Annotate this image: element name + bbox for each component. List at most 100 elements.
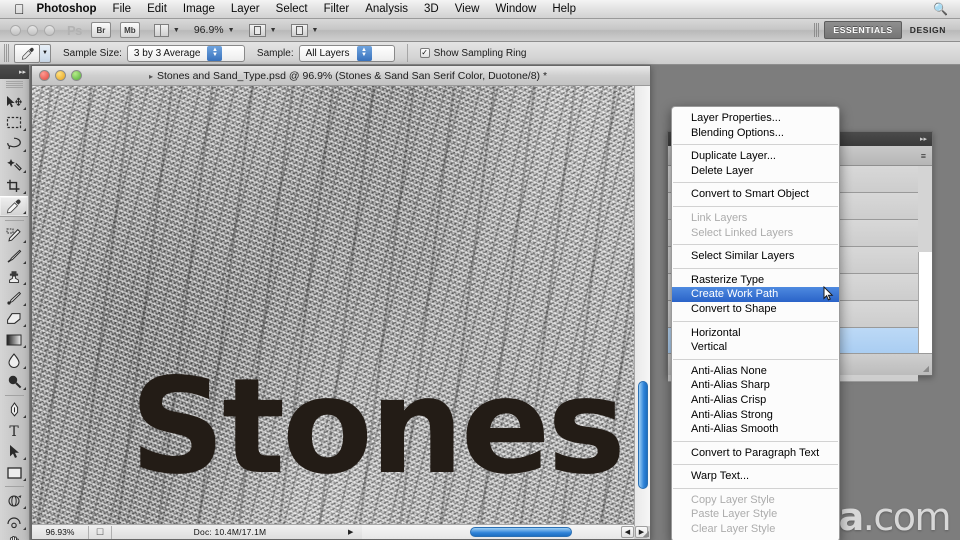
menu-window[interactable]: Window xyxy=(495,3,536,15)
tool-eraser[interactable] xyxy=(0,308,28,329)
view-extras-icon[interactable] xyxy=(153,23,169,37)
document-title-bar[interactable]: ▸ Stones and Sand_Type.psd @ 96.9% (Stone… xyxy=(32,66,650,86)
screen-mode-chevron-down-icon[interactable]: ▼ xyxy=(312,27,319,34)
status-expand-icon[interactable]: ▶ xyxy=(348,528,362,536)
workspace-design[interactable]: DESIGN xyxy=(902,22,954,38)
menu-item-anti-alias-none[interactable]: Anti-Alias None xyxy=(672,364,839,379)
tools-grip-handle[interactable] xyxy=(6,81,23,89)
menu-item-convert-to-smart-object[interactable]: Convert to Smart Object xyxy=(672,187,839,202)
sample-stepper[interactable]: ▲ ▼ xyxy=(356,45,372,61)
screen-mode-icon[interactable] xyxy=(290,23,308,37)
scroll-left-arrow-icon[interactable]: ◀ xyxy=(621,526,634,538)
canvas-image[interactable]: Stones xyxy=(32,86,634,526)
tool-3d-camera-rotate[interactable] xyxy=(0,511,28,532)
menu-item-anti-alias-smooth[interactable]: Anti-Alias Smooth xyxy=(672,422,839,437)
zoom-chevron-down-icon[interactable]: ▼ xyxy=(228,27,235,34)
panel-menu-icon[interactable]: ≡ xyxy=(921,151,926,161)
menu-help[interactable]: Help xyxy=(552,3,576,15)
menu-item-horizontal[interactable]: Horizontal xyxy=(672,326,839,341)
menu-item-vertical[interactable]: Vertical xyxy=(672,340,839,355)
menu-3d[interactable]: 3D xyxy=(424,3,439,15)
menu-file[interactable]: File xyxy=(113,3,132,15)
menu-item-create-work-path[interactable]: Create Work Path xyxy=(672,287,839,302)
eyedropper-icon[interactable] xyxy=(14,43,40,63)
menu-image[interactable]: Image xyxy=(183,3,215,15)
menu-item-anti-alias-crisp[interactable]: Anti-Alias Crisp xyxy=(672,393,839,408)
layers-panel-scrollbar[interactable] xyxy=(918,252,932,353)
tool-hand[interactable] xyxy=(0,532,28,540)
document-canvas[interactable]: Stones xyxy=(32,86,650,526)
resize-grip-icon[interactable]: ◢ xyxy=(643,529,649,538)
status-zoom-value[interactable]: 96.93% xyxy=(32,527,88,537)
close-button[interactable] xyxy=(10,24,21,36)
preview-icon[interactable]: ☐ xyxy=(89,527,111,538)
sample-size-stepper[interactable]: ▲ ▼ xyxy=(207,45,223,61)
menu-layer[interactable]: Layer xyxy=(231,3,260,15)
tool-lasso[interactable] xyxy=(0,133,28,154)
tool-move[interactable] xyxy=(0,91,28,112)
workspace-essentials[interactable]: ESSENTIALS xyxy=(824,21,902,39)
layer-context-menu[interactable]: Layer Properties... Blending Options... … xyxy=(671,106,840,540)
tool-path-selection[interactable] xyxy=(0,441,28,462)
menu-app-name[interactable]: Photoshop xyxy=(37,3,97,15)
menu-item-anti-alias-sharp[interactable]: Anti-Alias Sharp xyxy=(672,378,839,393)
menu-item-duplicate-layer[interactable]: Duplicate Layer... xyxy=(672,149,839,164)
canvas-type-layer-text[interactable]: Stones xyxy=(130,361,626,493)
tool-blur[interactable] xyxy=(0,350,28,371)
show-sampling-ring-checkbox[interactable]: ✓ xyxy=(419,48,430,58)
tool-type[interactable]: T xyxy=(0,420,28,441)
menu-item-rasterize-type[interactable]: Rasterize Type xyxy=(672,273,839,288)
menu-item-warp-text[interactable]: Warp Text... xyxy=(672,469,839,484)
menu-edit[interactable]: Edit xyxy=(147,3,167,15)
menu-analysis[interactable]: Analysis xyxy=(365,3,408,15)
launch-mini-bridge-button[interactable]: Mb xyxy=(119,22,140,38)
search-icon[interactable]: 🔍 xyxy=(933,2,948,16)
tool-preset-chevron-down-icon[interactable]: ▼ xyxy=(40,43,51,63)
workspace-grip-handle[interactable] xyxy=(814,23,820,37)
document-window-controls[interactable] xyxy=(39,70,82,81)
tool-rectangular-marquee[interactable] xyxy=(0,112,28,133)
tool-gradient[interactable] xyxy=(0,329,28,350)
menu-item-convert-to-shape[interactable]: Convert to Shape xyxy=(672,302,839,317)
sample-size-select[interactable]: 3 by 3 Average ▲ ▼ xyxy=(126,44,245,62)
canvas-vertical-scrollbar[interactable] xyxy=(634,86,650,526)
vertical-scrollbar-thumb[interactable] xyxy=(638,381,648,489)
app-window-controls[interactable] xyxy=(10,24,55,36)
minimize-button[interactable] xyxy=(27,24,38,36)
tool-pen[interactable] xyxy=(0,399,28,420)
tool-options-bar: ▼ Sample Size: 3 by 3 Average ▲ ▼ Sample:… xyxy=(0,42,960,65)
tool-quick-selection[interactable] xyxy=(0,154,28,175)
menu-item-layer-properties[interactable]: Layer Properties... xyxy=(672,111,839,126)
tool-3d-object-rotate[interactable] xyxy=(0,490,28,511)
tool-eyedropper[interactable] xyxy=(0,196,28,217)
menu-filter[interactable]: Filter xyxy=(324,3,350,15)
menu-select[interactable]: Select xyxy=(276,3,308,15)
tool-spot-healing-brush[interactable] xyxy=(0,224,28,245)
view-extras-chevron-down-icon[interactable]: ▼ xyxy=(173,27,180,34)
arrange-documents-icon[interactable] xyxy=(248,23,266,37)
apple-logo-icon[interactable]:  xyxy=(14,2,25,16)
tool-history-brush[interactable] xyxy=(0,287,28,308)
menu-item-blending-options[interactable]: Blending Options... xyxy=(672,126,839,141)
tools-collapse-icon[interactable]: ▸▸ xyxy=(0,65,29,79)
options-bar-grip-handle[interactable] xyxy=(4,44,9,62)
menu-view[interactable]: View xyxy=(455,3,480,15)
tool-crop[interactable] xyxy=(0,175,28,196)
menu-item-convert-to-paragraph-text[interactable]: Convert to Paragraph Text xyxy=(672,446,839,461)
horizontal-scrollbar-thumb[interactable] xyxy=(470,527,572,537)
menu-item-anti-alias-strong[interactable]: Anti-Alias Strong xyxy=(672,408,839,423)
menu-item-select-similar-layers[interactable]: Select Similar Layers xyxy=(672,249,839,264)
launch-bridge-button[interactable]: Br xyxy=(90,22,111,38)
document-zoom-button[interactable] xyxy=(71,70,82,81)
zoom-button[interactable] xyxy=(44,24,55,36)
tool-dodge[interactable] xyxy=(0,371,28,392)
tool-brush[interactable] xyxy=(0,245,28,266)
panel-resize-grip-icon[interactable]: ◢ xyxy=(923,364,929,373)
menu-item-delete-layer[interactable]: Delete Layer xyxy=(672,164,839,179)
tool-rectangle[interactable] xyxy=(0,462,28,483)
document-minimize-button[interactable] xyxy=(55,70,66,81)
arrange-chevron-down-icon[interactable]: ▼ xyxy=(270,27,277,34)
document-close-button[interactable] xyxy=(39,70,50,81)
sample-select[interactable]: All Layers ▲ ▼ xyxy=(298,44,395,62)
tool-clone-stamp[interactable] xyxy=(0,266,28,287)
